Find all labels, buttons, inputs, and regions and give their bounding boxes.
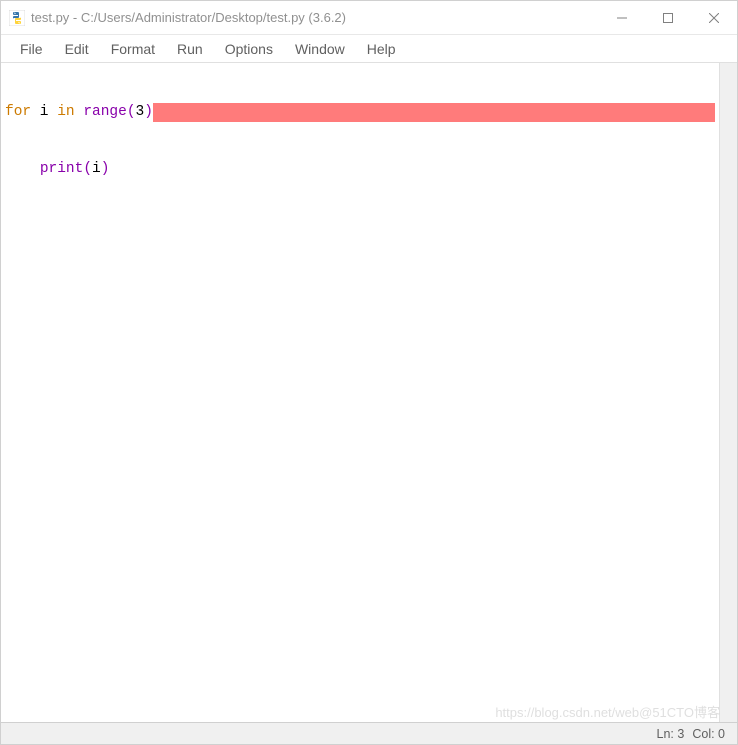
builtin-print: print [40, 160, 84, 179]
number: 3 [136, 103, 145, 122]
editor-container: for i in range(3) print(i) [1, 63, 737, 722]
status-col: Col: 0 [692, 727, 725, 741]
maximize-button[interactable] [645, 1, 691, 34]
menu-file[interactable]: File [9, 38, 54, 60]
menu-options[interactable]: Options [214, 38, 284, 60]
status-line: Ln: 3 [657, 727, 685, 741]
syntax-error-highlight [153, 103, 715, 122]
variable: i [92, 160, 101, 179]
menu-window[interactable]: Window [284, 38, 356, 60]
titlebar: test.py - C:/Users/Administrator/Desktop… [1, 1, 737, 35]
window-controls [599, 1, 737, 34]
paren-close: ) [101, 160, 110, 179]
space [75, 103, 84, 122]
menu-format[interactable]: Format [100, 38, 166, 60]
variable: i [31, 103, 57, 122]
code-line-1: for i in range(3) [5, 103, 715, 122]
keyword-for: for [5, 103, 31, 122]
menu-run[interactable]: Run [166, 38, 214, 60]
builtin-range: range [83, 103, 127, 122]
python-icon [9, 10, 25, 26]
menu-help[interactable]: Help [356, 38, 407, 60]
menubar: File Edit Format Run Options Window Help [1, 35, 737, 63]
minimize-button[interactable] [599, 1, 645, 34]
paren-open: ( [127, 103, 136, 122]
paren-open: ( [83, 160, 92, 179]
paren-close: ) [144, 103, 153, 122]
code-line-2: print(i) [5, 160, 715, 179]
keyword-in: in [57, 103, 74, 122]
indent [5, 160, 40, 179]
statusbar: Ln: 3 Col: 0 [1, 722, 737, 744]
window-title: test.py - C:/Users/Administrator/Desktop… [31, 10, 599, 25]
vertical-scrollbar[interactable] [719, 63, 737, 722]
code-editor[interactable]: for i in range(3) print(i) [1, 63, 719, 722]
menu-edit[interactable]: Edit [54, 38, 100, 60]
close-button[interactable] [691, 1, 737, 34]
